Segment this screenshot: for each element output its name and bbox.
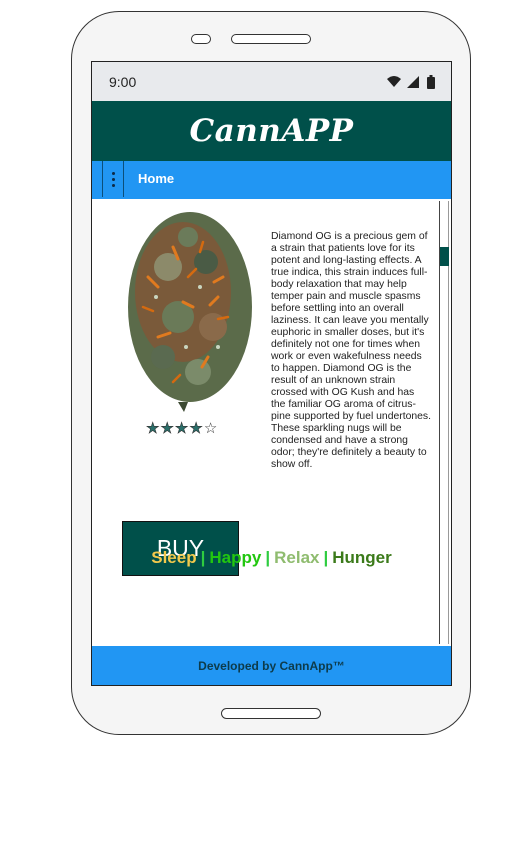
camera xyxy=(191,34,211,44)
app-title: CannAPP xyxy=(189,113,354,149)
effect-separator: | xyxy=(200,548,206,567)
status-bar: 9:00 xyxy=(92,62,451,101)
app-footer: Developed by CannApp™ xyxy=(92,646,451,685)
home-button[interactable] xyxy=(221,708,321,719)
screen: 9:00 CannAPP Home ★ ★ ★ ★ ☆ BUY Diamond … xyxy=(91,61,452,686)
star-icon[interactable]: ★ xyxy=(175,421,189,437)
cannabis-bud-image xyxy=(128,212,252,412)
effect-separator: | xyxy=(265,548,271,567)
effect-happy[interactable]: Happy xyxy=(209,548,261,567)
content-area: ★ ★ ★ ★ ☆ BUY Diamond OG is a precious g… xyxy=(92,199,451,663)
footer-text: Developed by CannApp™ xyxy=(198,659,345,673)
effects-row: Sleep | Happy | Relax | Hunger xyxy=(92,548,451,568)
scrollbar[interactable] xyxy=(439,201,449,644)
app-header: CannAPP xyxy=(92,101,451,161)
effect-hunger[interactable]: Hunger xyxy=(332,548,392,567)
star-empty-icon[interactable]: ☆ xyxy=(204,421,217,436)
effect-relax[interactable]: Relax xyxy=(274,548,319,567)
battery-icon xyxy=(427,75,435,94)
scrollbar-thumb[interactable] xyxy=(440,247,449,266)
speaker xyxy=(231,34,311,44)
product-description: Diamond OG is a precious gem of a strain… xyxy=(271,231,432,470)
wifi-icon xyxy=(387,75,401,93)
status-time: 9:00 xyxy=(109,74,137,90)
star-rating[interactable]: ★ ★ ★ ★ ☆ xyxy=(146,421,218,437)
effect-sleep[interactable]: Sleep xyxy=(151,548,196,567)
more-vert-icon[interactable] xyxy=(102,161,124,197)
signal-icon xyxy=(407,75,419,93)
star-icon[interactable]: ★ xyxy=(146,421,160,437)
nav-home-link[interactable]: Home xyxy=(138,171,174,186)
nav-bar: Home xyxy=(92,161,451,199)
star-icon[interactable]: ★ xyxy=(160,421,174,437)
effect-separator: | xyxy=(323,548,329,567)
star-icon[interactable]: ★ xyxy=(189,421,203,437)
